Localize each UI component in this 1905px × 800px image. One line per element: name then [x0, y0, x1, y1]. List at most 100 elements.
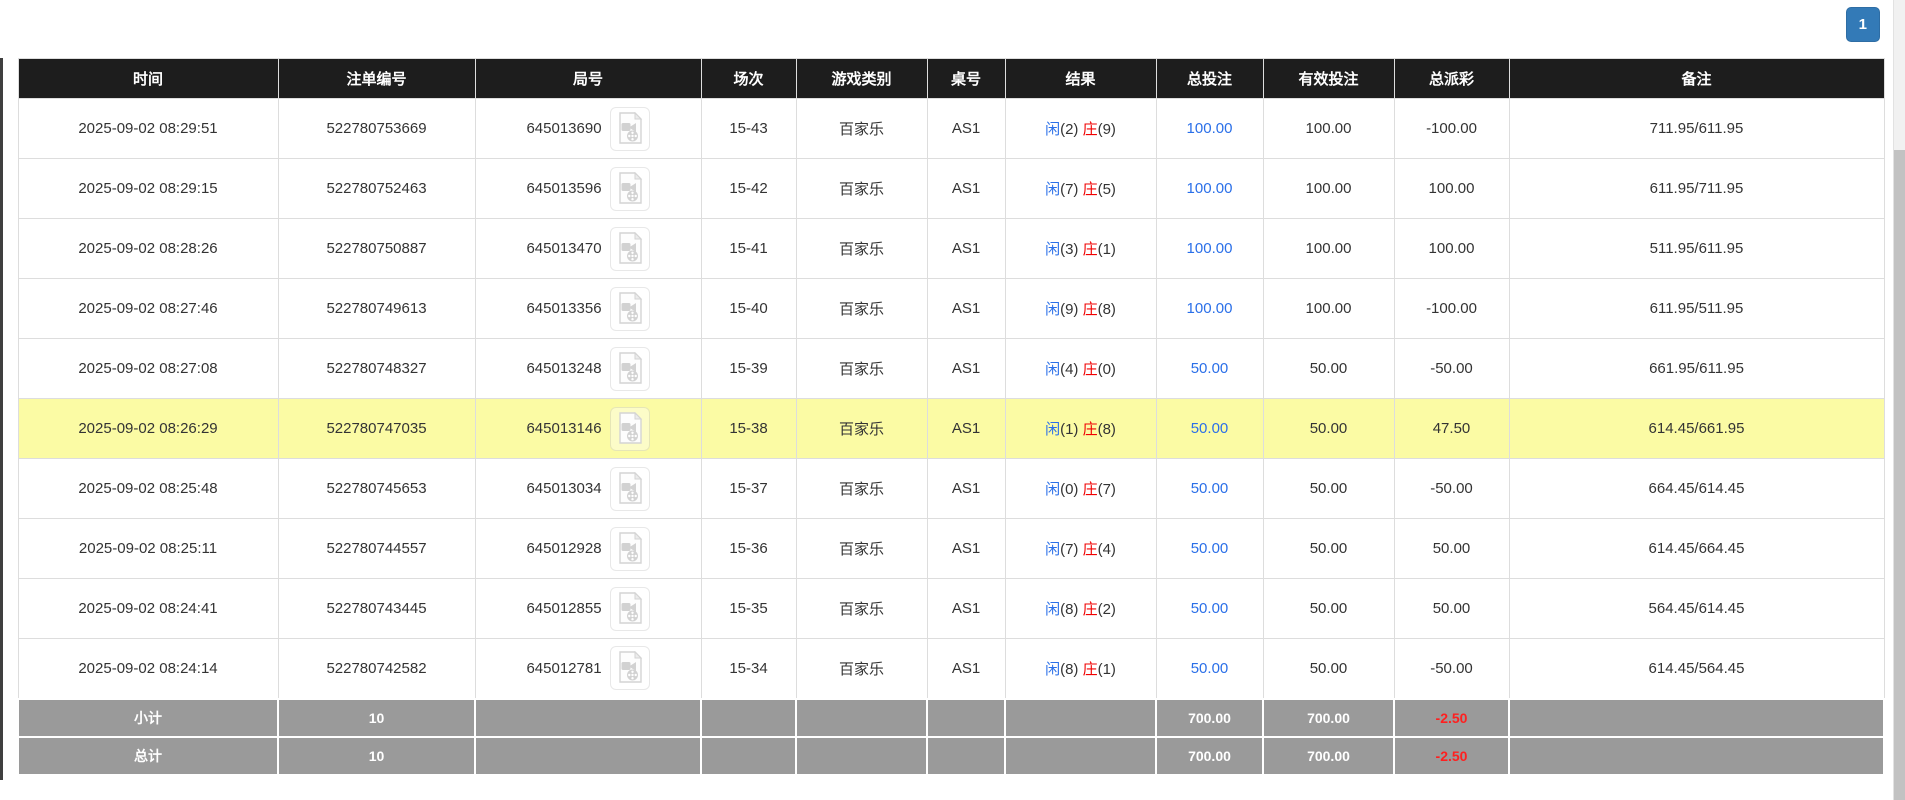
video-replay-button[interactable] [609, 346, 650, 391]
banker-score: (7) [1097, 481, 1116, 498]
player-label: 闲 [1045, 361, 1061, 378]
cell-remark: 661.95/611.95 [1508, 338, 1885, 399]
total-bet-link[interactable]: 50.00 [1191, 540, 1229, 557]
cell-valid-bet: 50.00 [1262, 338, 1395, 399]
total-bet-link[interactable]: 100.00 [1187, 120, 1233, 137]
cell-time: 2025-09-02 08:29:51 [17, 98, 279, 159]
cell-total-bet: 100.00 [1155, 158, 1264, 219]
video-replay-icon [618, 351, 642, 384]
pagination-page-1-button[interactable]: 1 [1845, 7, 1880, 42]
cell-result: 闲(0) 庄(7) [1004, 458, 1157, 519]
total-label: 总计 [17, 735, 279, 776]
cell-result: 闲(4) 庄(0) [1004, 338, 1157, 399]
cell-total-bet: 100.00 [1155, 218, 1264, 279]
cell-valid-bet: 100.00 [1262, 218, 1395, 279]
banker-score: (2) [1097, 601, 1116, 618]
cell-valid-bet: 50.00 [1262, 638, 1395, 699]
table-row: 2025-09-02 08:25:48 522780745653 645013034… [17, 458, 1885, 519]
cell-session: 15-39 [700, 338, 797, 399]
cell-valid-bet: 100.00 [1262, 98, 1395, 159]
player-label: 闲 [1045, 601, 1061, 618]
header-cell-table-number: 桌号 [926, 58, 1006, 99]
player-label: 闲 [1045, 121, 1061, 138]
total-bet-link[interactable]: 50.00 [1191, 420, 1229, 437]
player-label: 闲 [1045, 481, 1061, 498]
vertical-scrollbar[interactable] [1893, 0, 1905, 800]
total-bet-link[interactable]: 100.00 [1187, 300, 1233, 317]
video-replay-icon [618, 471, 642, 504]
video-replay-button[interactable] [609, 406, 650, 451]
video-replay-button[interactable] [609, 586, 650, 631]
cell-round-number: 645012928 [474, 518, 702, 579]
cell-session: 15-36 [700, 518, 797, 579]
page-left-border [0, 58, 3, 780]
video-replay-icon [618, 291, 642, 324]
cell-result: 闲(9) 庄(8) [1004, 278, 1157, 339]
cell-session: 15-42 [700, 158, 797, 219]
cell-time: 2025-09-02 08:25:11 [17, 518, 279, 579]
total-bet-link[interactable]: 50.00 [1191, 660, 1229, 677]
cell-remark: 664.45/614.45 [1508, 458, 1885, 519]
total-payout: -2.50 [1393, 735, 1510, 776]
cell-session: 15-34 [700, 638, 797, 699]
subtotal-empty-cell [700, 697, 797, 738]
cell-round-number: 645013596 [474, 158, 702, 219]
video-replay-button[interactable] [609, 646, 650, 691]
total-bet-link[interactable]: 100.00 [1187, 180, 1233, 197]
banker-score: (1) [1097, 241, 1116, 258]
video-replay-button[interactable] [609, 226, 650, 271]
table-row: 2025-09-02 08:24:14 522780742582 645012781… [17, 638, 1885, 699]
cell-time: 2025-09-02 08:29:15 [17, 158, 279, 219]
total-bet-link[interactable]: 100.00 [1187, 240, 1233, 257]
player-score: (8) [1060, 601, 1083, 618]
header-cell-payout: 总派彩 [1393, 58, 1510, 99]
subtotal-empty-cell [474, 697, 702, 738]
total-bet-link[interactable]: 50.00 [1191, 480, 1229, 497]
video-replay-button[interactable] [609, 286, 650, 331]
cell-table-number: AS1 [926, 338, 1006, 399]
header-cell-session: 场次 [700, 58, 797, 99]
cell-bet-number: 522780744557 [277, 518, 476, 579]
table-row: 2025-09-02 08:27:46 522780749613 645013356… [17, 278, 1885, 339]
cell-game-type: 百家乐 [795, 158, 928, 219]
banker-score: (8) [1097, 421, 1116, 438]
video-replay-button[interactable] [609, 106, 650, 151]
video-replay-icon [618, 651, 642, 683]
video-replay-icon [618, 111, 642, 144]
cell-valid-bet: 50.00 [1262, 578, 1395, 639]
cell-result: 闲(8) 庄(1) [1004, 638, 1157, 699]
header-cell-bet-number: 注单编号 [277, 58, 476, 99]
cell-table-number: AS1 [926, 518, 1006, 579]
video-replay-button[interactable] [609, 526, 650, 571]
cell-bet-number: 522780747035 [277, 398, 476, 459]
video-replay-button[interactable] [609, 166, 650, 211]
cell-total-bet: 50.00 [1155, 518, 1264, 579]
player-score: (4) [1060, 361, 1083, 378]
cell-result: 闲(7) 庄(5) [1004, 158, 1157, 219]
round-number-text: 645013034 [526, 480, 602, 497]
subtotal-empty-cell [795, 697, 928, 738]
total-bet-link[interactable]: 50.00 [1191, 360, 1229, 377]
video-replay-icon [618, 531, 642, 564]
banker-label: 庄 [1082, 481, 1098, 498]
cell-payout: 47.50 [1393, 398, 1510, 459]
table-row: 2025-09-02 08:25:11 522780744557 645012928… [17, 518, 1885, 579]
total-bet-link[interactable]: 50.00 [1191, 600, 1229, 617]
banker-label: 庄 [1082, 660, 1098, 678]
banker-label: 庄 [1082, 361, 1098, 378]
round-number-text: 645012855 [526, 600, 602, 617]
player-score: (2) [1060, 121, 1083, 138]
cell-time: 2025-09-02 08:27:08 [17, 338, 279, 399]
subtotal-payout: -2.50 [1393, 697, 1510, 738]
table-row: 2025-09-02 08:27:08 522780748327 645013248… [17, 338, 1885, 399]
total-empty-cell [926, 735, 1006, 776]
pagination: 1 [1845, 7, 1880, 42]
table-header-row: 时间 注单编号 局号 场次 游戏类别 桌号 结果 总投注 有效投注 总派彩 备注 [17, 58, 1885, 99]
scrollbar-thumb[interactable] [1894, 150, 1905, 800]
cell-result: 闲(7) 庄(4) [1004, 518, 1157, 579]
video-replay-button[interactable] [609, 466, 650, 511]
total-count: 10 [277, 735, 476, 776]
cell-total-bet: 100.00 [1155, 278, 1264, 339]
subtotal-valid-bet: 700.00 [1262, 697, 1395, 738]
cell-time: 2025-09-02 08:24:14 [17, 638, 279, 699]
